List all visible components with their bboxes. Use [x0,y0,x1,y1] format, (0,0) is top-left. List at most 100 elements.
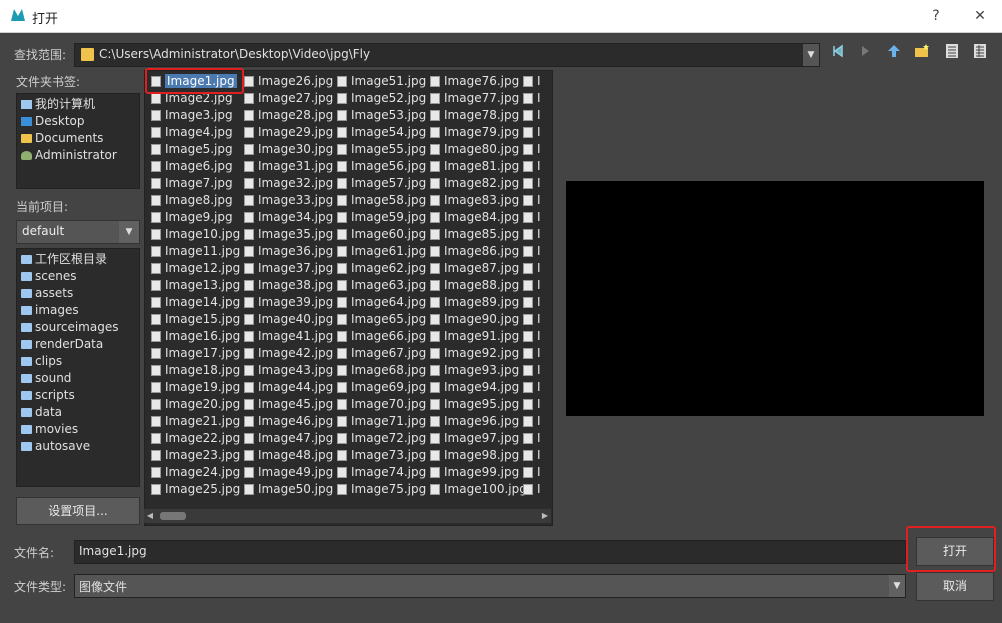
chevron-down-icon[interactable]: ▼ [803,44,819,66]
bookmark-documents[interactable]: Documents [21,130,103,147]
file-item[interactable]: Image17.jpg [151,345,240,362]
file-item[interactable]: Image59.jpg [337,209,426,226]
file-item[interactable]: Image41.jpg [244,328,333,345]
file-item[interactable]: Image43.jpg [244,362,333,379]
up-folder-icon[interactable] [884,44,904,64]
file-item[interactable]: Image26.jpg [244,73,333,90]
help-button[interactable]: ? [926,6,946,26]
file-item[interactable]: Image51.jpg [337,73,426,90]
file-item[interactable]: Image72.jpg [337,430,426,447]
file-item[interactable]: I [523,413,541,430]
file-item[interactable]: Image40.jpg [244,311,333,328]
file-item[interactable]: I [523,345,541,362]
file-item[interactable]: Image23.jpg [151,447,240,464]
file-item[interactable]: Image45.jpg [244,396,333,413]
file-item[interactable]: Image60.jpg [337,226,426,243]
file-item[interactable]: I [523,124,541,141]
file-item[interactable]: Image53.jpg [337,107,426,124]
file-item[interactable]: Image50.jpg [244,481,333,498]
file-item[interactable]: Image33.jpg [244,192,333,209]
file-item[interactable]: I [523,192,541,209]
scroll-right-icon[interactable]: ▶ [539,509,551,523]
project-folder-item[interactable]: scenes [21,268,76,285]
file-item[interactable]: Image57.jpg [337,175,426,192]
project-folder-item[interactable]: 工作区根目录 [21,251,107,268]
file-item[interactable]: Image44.jpg [244,379,333,396]
file-item[interactable]: Image15.jpg [151,311,240,328]
file-item[interactable]: Image79.jpg [430,124,519,141]
file-item[interactable]: I [523,141,541,158]
project-folder-item[interactable]: autosave [21,438,90,455]
file-item[interactable]: I [523,311,541,328]
project-folder-item[interactable]: movies [21,421,78,438]
file-item[interactable]: Image48.jpg [244,447,333,464]
file-item[interactable]: Image95.jpg [430,396,519,413]
scroll-left-icon[interactable]: ◀ [144,509,156,523]
file-item[interactable]: Image63.jpg [337,277,426,294]
file-item[interactable]: Image30.jpg [244,141,333,158]
bookmark-administrator[interactable]: Administrator [21,147,117,164]
lookin-path-combobox[interactable]: C:\Users\Administrator\Desktop\Video\jpg… [74,43,820,67]
file-item[interactable]: Image67.jpg [337,345,426,362]
file-item[interactable]: Image5.jpg [151,141,233,158]
list-view-icon[interactable] [942,44,962,64]
file-list[interactable]: Image1.jpg Image2.jpg Image3.jpg Image4.jpg… [144,70,553,526]
file-item[interactable]: Image54.jpg [337,124,426,141]
file-item[interactable]: Image21.jpg [151,413,240,430]
file-item[interactable]: Image90.jpg [430,311,519,328]
file-item[interactable]: Image61.jpg [337,243,426,260]
file-item[interactable]: Image39.jpg [244,294,333,311]
file-item[interactable]: Image88.jpg [430,277,519,294]
bookmark-my-computer[interactable]: 我的计算机 [21,96,95,113]
file-item[interactable]: Image96.jpg [430,413,519,430]
file-item[interactable]: Image31.jpg [244,158,333,175]
file-item[interactable]: Image7.jpg [151,175,233,192]
file-item[interactable]: Image66.jpg [337,328,426,345]
file-item[interactable]: Image58.jpg [337,192,426,209]
file-item[interactable]: Image34.jpg [244,209,333,226]
file-item[interactable]: I [523,90,541,107]
set-project-button[interactable]: 设置项目... [16,497,140,525]
horizontal-scrollbar[interactable]: ◀ ▶ [144,509,551,523]
file-item[interactable]: Image100.jpg [430,481,527,498]
back-arrow-icon[interactable] [828,44,848,64]
file-item[interactable]: Image42.jpg [244,345,333,362]
file-item[interactable]: Image76.jpg [430,73,519,90]
file-item[interactable]: Image32.jpg [244,175,333,192]
filetype-dropdown[interactable]: 图像文件 ▼ [74,574,906,598]
file-item[interactable]: Image65.jpg [337,311,426,328]
project-folder-item[interactable]: sound [21,370,71,387]
file-item[interactable]: I [523,396,541,413]
file-item[interactable]: Image37.jpg [244,260,333,277]
file-item[interactable]: Image10.jpg [151,226,240,243]
file-item[interactable]: Image13.jpg [151,277,240,294]
project-folder-item[interactable]: data [21,404,62,421]
file-item[interactable]: Image47.jpg [244,430,333,447]
chevron-down-icon[interactable]: ▼ [889,575,905,597]
file-item[interactable]: Image86.jpg [430,243,519,260]
file-item[interactable]: Image71.jpg [337,413,426,430]
file-item[interactable]: Image27.jpg [244,90,333,107]
chevron-down-icon[interactable]: ▼ [119,221,139,243]
file-item[interactable]: Image85.jpg [430,226,519,243]
file-item[interactable]: Image38.jpg [244,277,333,294]
file-item[interactable]: Image18.jpg [151,362,240,379]
file-item[interactable]: Image3.jpg [151,107,233,124]
project-folder-item[interactable]: images [21,302,79,319]
file-item[interactable]: Image82.jpg [430,175,519,192]
file-item[interactable]: I [523,294,541,311]
file-item[interactable]: Image70.jpg [337,396,426,413]
file-item[interactable]: Image69.jpg [337,379,426,396]
file-item[interactable]: I [523,226,541,243]
file-item[interactable]: Image22.jpg [151,430,240,447]
file-item[interactable]: I [523,277,541,294]
file-item[interactable]: Image91.jpg [430,328,519,345]
file-item[interactable]: Image8.jpg [151,192,233,209]
file-item[interactable]: I [523,328,541,345]
file-item[interactable]: Image64.jpg [337,294,426,311]
file-item[interactable]: Image87.jpg [430,260,519,277]
project-folder-item[interactable]: clips [21,353,62,370]
file-item[interactable]: Image73.jpg [337,447,426,464]
bookmark-desktop[interactable]: Desktop [21,113,85,130]
file-item[interactable]: Image77.jpg [430,90,519,107]
